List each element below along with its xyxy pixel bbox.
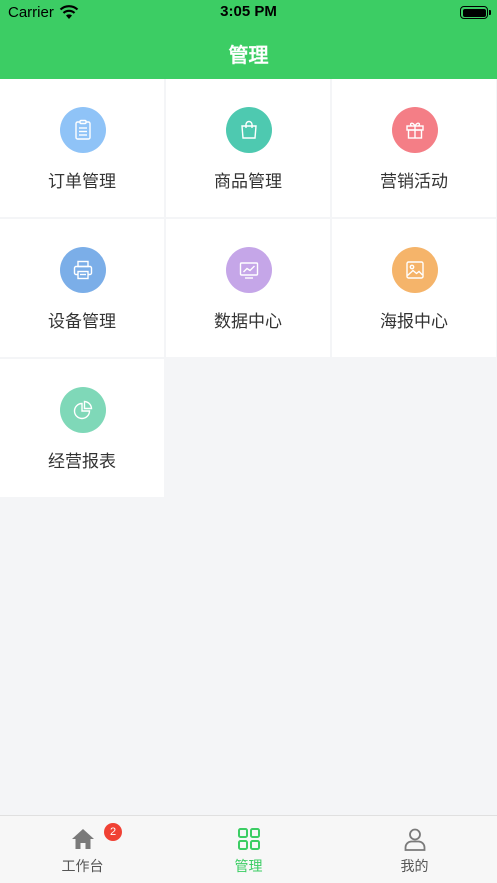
printer-icon — [60, 247, 106, 293]
menu-item-label: 营销活动 — [380, 172, 448, 192]
monitor-chart-icon — [226, 247, 272, 293]
menu-item-label: 商品管理 — [214, 172, 282, 192]
menu-item-marketing[interactable]: 营销活动 — [332, 79, 496, 217]
home-icon — [72, 829, 94, 849]
menu-item-label: 海报中心 — [380, 312, 448, 332]
user-icon — [404, 828, 426, 851]
menu-item-label: 设备管理 — [48, 312, 116, 332]
gift-icon — [392, 107, 438, 153]
image-icon — [392, 247, 438, 293]
menu-item-data-center[interactable]: 数据中心 — [166, 219, 330, 357]
clipboard-icon — [60, 107, 106, 153]
shopping-bag-icon — [226, 107, 272, 153]
menu-item-devices[interactable]: 设备管理 — [0, 219, 164, 357]
menu-item-label: 订单管理 — [48, 172, 116, 192]
tab-label: 工作台 — [61, 859, 104, 875]
menu-item-reports[interactable]: 经营报表 — [0, 359, 164, 497]
page-title: 管理 — [228, 43, 269, 67]
menu-item-posters[interactable]: 海报中心 — [332, 219, 496, 357]
tab-label: 管理 — [234, 859, 263, 875]
header-bar: Carrier 3:05 PM 管理 — [0, 0, 497, 79]
tab-bar: 2 工作台 管理 我的 — [0, 815, 497, 883]
menu-item-label: 经营报表 — [48, 452, 116, 472]
notification-badge: 2 — [104, 823, 122, 841]
tab-management[interactable]: 管理 — [166, 816, 331, 883]
menu-item-label: 数据中心 — [214, 312, 282, 332]
grid-icon — [238, 828, 260, 850]
status-bar: Carrier 3:05 PM — [0, 0, 497, 26]
battery-icon — [460, 6, 491, 19]
status-time: 3:05 PM — [220, 3, 277, 20]
tab-label: 我的 — [400, 859, 429, 875]
pie-chart-icon — [60, 387, 106, 433]
menu-item-products[interactable]: 商品管理 — [166, 79, 330, 217]
tab-workbench[interactable]: 2 工作台 — [0, 816, 165, 883]
tab-profile[interactable]: 我的 — [332, 816, 497, 883]
menu-item-orders[interactable]: 订单管理 — [0, 79, 164, 217]
